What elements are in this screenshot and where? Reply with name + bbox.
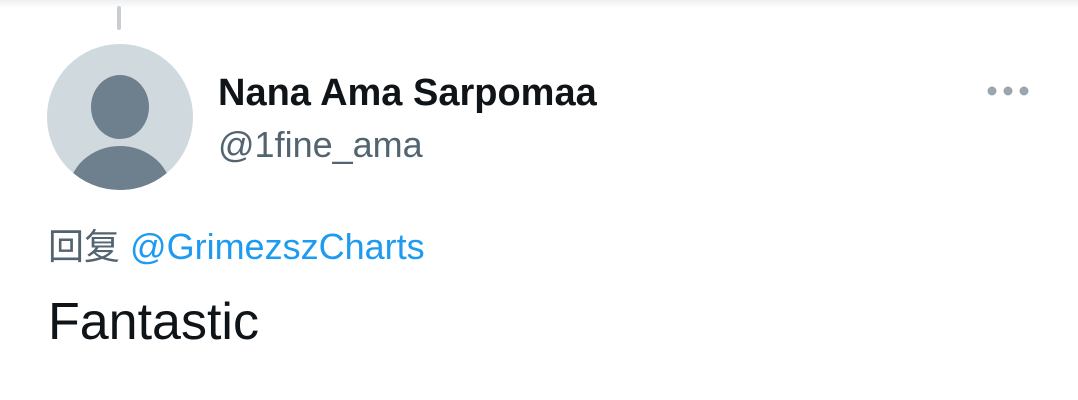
display-name[interactable]: Nana Ama Sarpomaa xyxy=(218,72,597,115)
more-horizontal-icon xyxy=(987,86,1029,96)
thread-connector-line xyxy=(117,6,121,30)
top-divider xyxy=(0,0,1078,8)
reply-prefix: 回复 xyxy=(48,227,121,268)
replying-to: 回复 @GrimezszCharts xyxy=(48,218,425,270)
more-options-button[interactable] xyxy=(980,76,1036,106)
user-handle[interactable]: @1fine_ama xyxy=(218,124,423,166)
tweet-card[interactable]: Nana Ama Sarpomaa @1fine_ama 回复 @Grimezs… xyxy=(0,0,1078,400)
default-profile-icon xyxy=(47,44,193,190)
tweet-text: Fantastic xyxy=(48,293,259,351)
avatar[interactable] xyxy=(47,44,193,190)
reply-mention-link[interactable]: @GrimezszCharts xyxy=(130,226,425,267)
